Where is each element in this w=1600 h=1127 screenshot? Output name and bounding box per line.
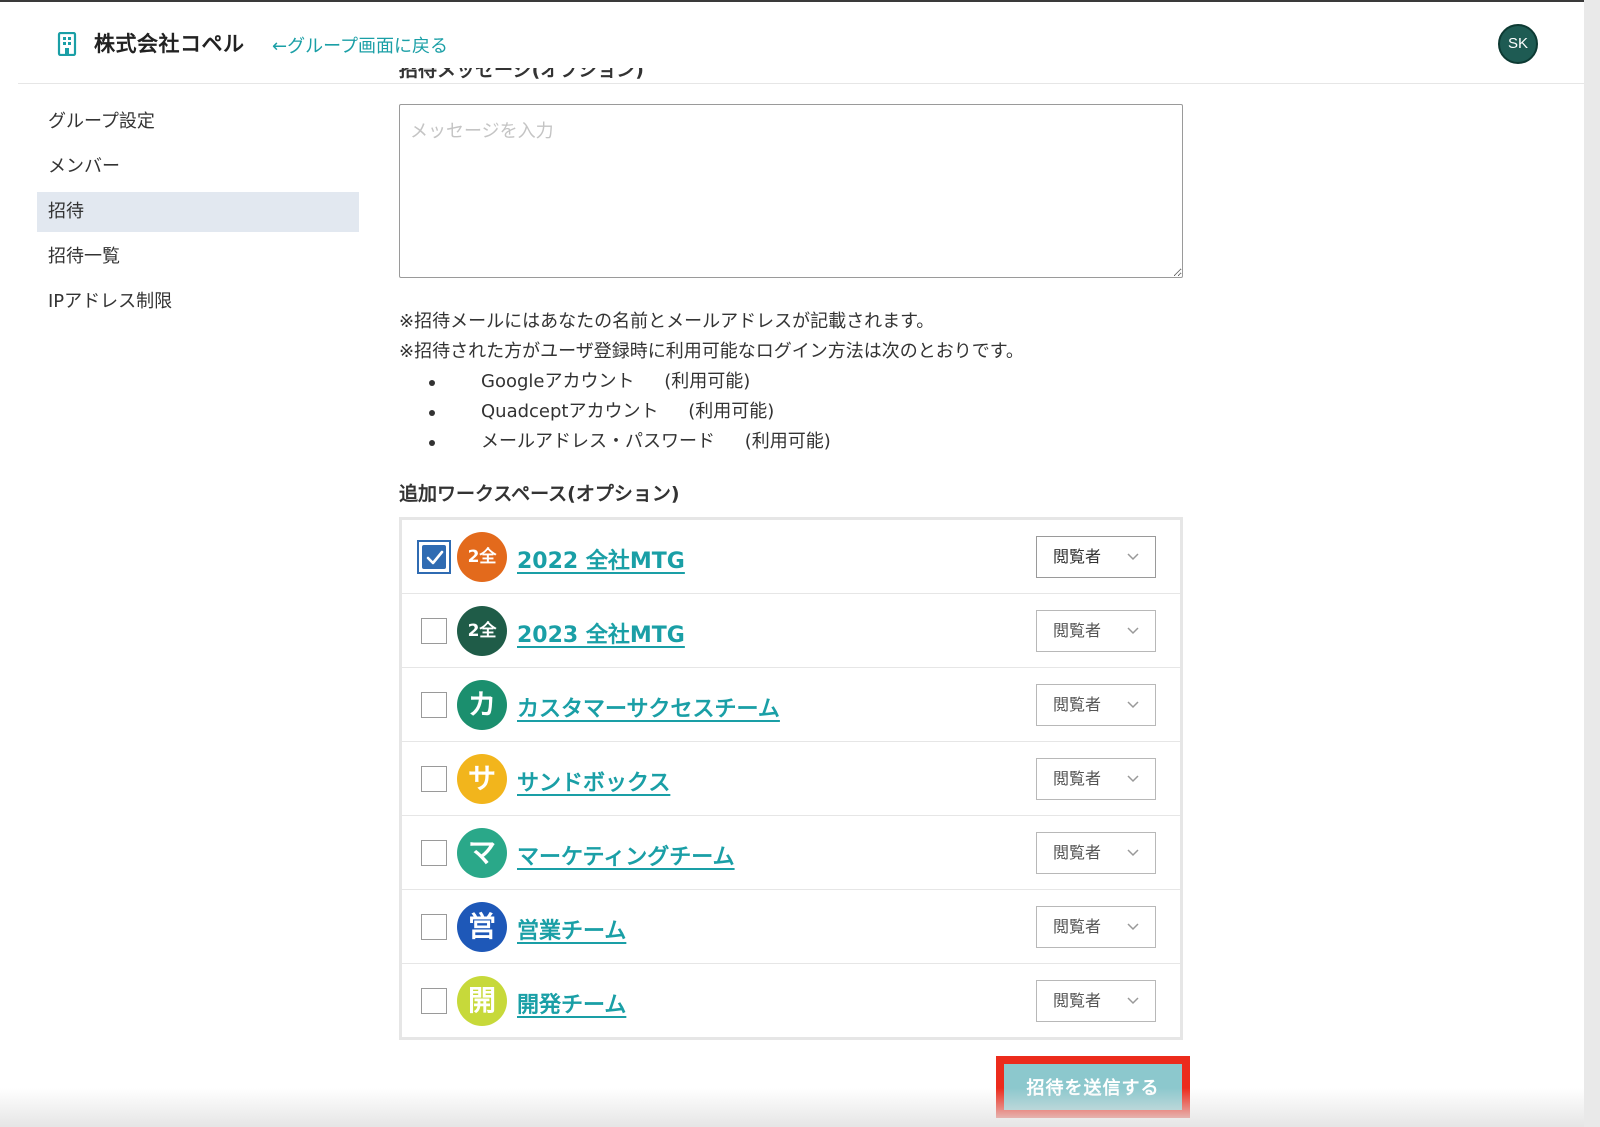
workspace-checkbox[interactable] bbox=[421, 988, 447, 1014]
role-select-value: 閲覧者 bbox=[1053, 843, 1102, 862]
sidebar-item-invite-list[interactable]: 招待一覧 bbox=[37, 237, 359, 277]
workspace-avatar: サ bbox=[457, 754, 507, 804]
sidebar: グループ設定 メンバー 招待 招待一覧 IPアドレス制限 bbox=[37, 102, 359, 327]
workspace-avatar: 2全 bbox=[457, 606, 507, 656]
workspace-avatar: カ bbox=[457, 680, 507, 730]
message-label-text: 招待メッセージ(オプション) bbox=[399, 68, 644, 81]
message-label: 招待メッセージ(オプション) bbox=[399, 68, 699, 90]
sidebar-item-group-settings[interactable]: グループ設定 bbox=[37, 102, 359, 142]
role-select[interactable]: 閲覧者 bbox=[1036, 610, 1156, 652]
back-to-group-link[interactable]: ←グループ画面に戻る bbox=[272, 32, 448, 58]
workspace-row: 営営業チーム 閲覧者 bbox=[402, 890, 1180, 964]
workspace-avatar: 営 bbox=[457, 902, 507, 952]
role-select-value: 閲覧者 bbox=[1053, 621, 1102, 640]
workspace-avatar: 開 bbox=[457, 976, 507, 1026]
workspace-list: 2全 2022 全社MTG 閲覧者 2全 2023 全社MTG 閲覧者カカスタマーサクセス… bbox=[399, 517, 1183, 1040]
role-select-value: 閲覧者 bbox=[1053, 695, 1102, 714]
workspace-avatar: マ bbox=[457, 828, 507, 878]
role-select[interactable]: 閲覧者 bbox=[1036, 758, 1156, 800]
app-window: 株式会社コペル ←グループ画面に戻る SK グループ設定 メンバー 招待 招待一… bbox=[0, 0, 1584, 1127]
role-select-value: 閲覧者 bbox=[1053, 917, 1102, 936]
invite-notes: ※招待メールにはあなたの名前とメールアドレスが記載されます。 ※招待された方がユ… bbox=[399, 307, 1024, 457]
workspace-checkbox[interactable] bbox=[421, 840, 447, 866]
workspace-name-link[interactable]: 営業チーム bbox=[517, 913, 626, 945]
workspace-checkbox[interactable] bbox=[421, 914, 447, 940]
workspace-checkbox[interactable] bbox=[421, 618, 447, 644]
login-method-email: メールアドレス・パスワード (利用可能) bbox=[399, 427, 1024, 457]
role-select-value: 閲覧者 bbox=[1053, 769, 1102, 788]
workspace-row: 開開発チーム 閲覧者 bbox=[402, 964, 1180, 1038]
workspace-row: 2全 2022 全社MTG 閲覧者 bbox=[402, 520, 1180, 594]
workspace-row: ササンドボックス 閲覧者 bbox=[402, 742, 1180, 816]
role-select[interactable]: 閲覧者 bbox=[1036, 906, 1156, 948]
company-name: 株式会社コペル bbox=[94, 32, 245, 56]
workspace-row: 2全 2023 全社MTG 閲覧者 bbox=[402, 594, 1180, 668]
workspace-row: ママーケティングチーム 閲覧者 bbox=[402, 816, 1180, 890]
note-line-1: ※招待メールにはあなたの名前とメールアドレスが記載されます。 bbox=[399, 311, 935, 332]
bottom-edge bbox=[0, 1088, 1584, 1127]
workspace-checkbox[interactable] bbox=[417, 540, 451, 574]
top-header: 株式会社コペル ←グループ画面に戻る SK bbox=[18, 2, 1584, 84]
sidebar-item-ip-restriction[interactable]: IPアドレス制限 bbox=[37, 282, 359, 322]
sidebar-item-members[interactable]: メンバー bbox=[37, 147, 359, 187]
workspace-row: カカスタマーサクセスチーム 閲覧者 bbox=[402, 668, 1180, 742]
sidebar-item-invite[interactable]: 招待 bbox=[37, 192, 359, 232]
role-select-value: 閲覧者 bbox=[1053, 991, 1102, 1010]
avatar[interactable]: SK bbox=[1498, 24, 1538, 64]
building-icon bbox=[56, 31, 78, 57]
note-line-2: ※招待された方がユーザ登録時に利用可能なログイン方法は次のとおりです。 bbox=[399, 341, 1024, 362]
workspace-avatar: 2全 bbox=[457, 532, 507, 582]
submit-highlight: 招待を送信する bbox=[996, 1056, 1190, 1118]
workspaces-heading: 追加ワークスペース(オプション) bbox=[399, 483, 680, 505]
message-textarea[interactable] bbox=[399, 104, 1183, 278]
workspace-name-link[interactable]: 2022 全社MTG bbox=[517, 543, 685, 575]
workspace-name-link[interactable]: サンドボックス bbox=[517, 765, 670, 797]
workspace-name-link[interactable]: カスタマーサクセスチーム bbox=[517, 691, 780, 723]
role-select[interactable]: 閲覧者 bbox=[1036, 980, 1156, 1022]
workspace-checkbox[interactable] bbox=[421, 692, 447, 718]
role-select[interactable]: 閲覧者 bbox=[1036, 832, 1156, 874]
login-method-quadcept: Quadceptアカウント (利用可能) bbox=[399, 397, 1024, 427]
role-select[interactable]: 閲覧者 bbox=[1036, 536, 1156, 578]
send-invite-button[interactable]: 招待を送信する bbox=[1004, 1064, 1182, 1110]
workspace-name-link[interactable]: 開発チーム bbox=[517, 987, 626, 1019]
workspace-name-link[interactable]: マーケティングチーム bbox=[517, 839, 735, 871]
workspace-name-link[interactable]: 2023 全社MTG bbox=[517, 617, 685, 649]
role-select[interactable]: 閲覧者 bbox=[1036, 684, 1156, 726]
role-select-value: 閲覧者 bbox=[1053, 547, 1102, 566]
login-method-google: Googleアカウント (利用可能) bbox=[399, 367, 1024, 397]
workspace-checkbox[interactable] bbox=[421, 766, 447, 792]
